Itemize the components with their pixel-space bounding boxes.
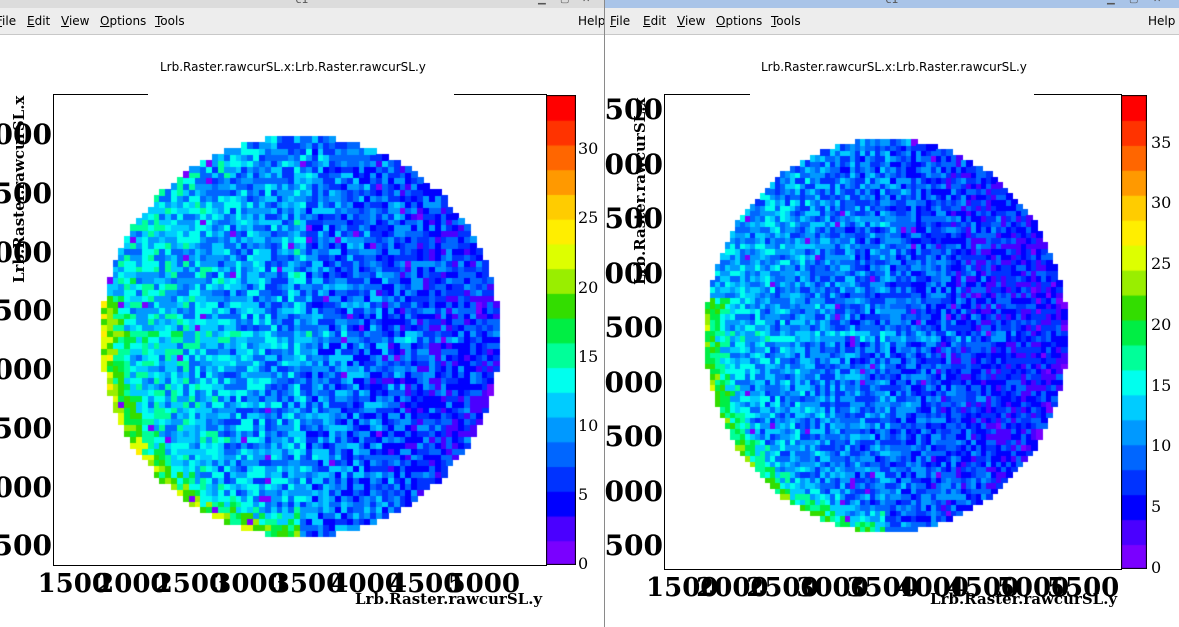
y-tick-label: 2500 [605, 420, 663, 454]
menu-bar: File Edit View Options Tools Help [605, 8, 1179, 35]
y-tick-label: 1500 [605, 529, 663, 563]
z-tick-label: 35 [1151, 132, 1172, 152]
menu-options[interactable]: Options [100, 14, 146, 28]
menu-view[interactable]: View [677, 14, 705, 28]
menu-options[interactable]: Options [716, 14, 762, 28]
plot-canvas[interactable]: Lrb.Raster.rawcurSL.x:Lrb.Raster.rawcurS… [605, 35, 1179, 627]
y-tick-label: 3500 [605, 311, 663, 345]
menu-view[interactable]: View [61, 14, 89, 28]
plot-canvas[interactable]: Lrb.Raster.rawcurSL.x:Lrb.Raster.rawcurS… [0, 35, 604, 627]
z-tick-label: 20 [578, 277, 599, 297]
y-axis-label: Lrb.Raster.rawcurSL.x [10, 95, 28, 283]
z-tick-label: 0 [1151, 558, 1162, 577]
menu-help[interactable]: Help [578, 14, 604, 28]
minimize-icon[interactable]: ▁ [538, 0, 546, 5]
menu-bar: File Edit View Options Tools Help [0, 8, 604, 35]
x-axis-label: Lrb.Raster.rawcurSL.y [930, 590, 1118, 608]
color-scale [546, 95, 576, 565]
maximize-icon[interactable]: ▢ [1129, 0, 1138, 5]
z-tick-label: 15 [1151, 375, 1172, 395]
z-tick-label: 20 [1151, 314, 1172, 334]
y-tick-label: 2500 [0, 411, 52, 445]
z-tick-label: 25 [578, 208, 599, 228]
title-bar[interactable]: c1 ▁ ▢ ✕ [605, 0, 1179, 8]
window-title: c1 [295, 0, 308, 6]
z-tick-label: 10 [1151, 436, 1172, 456]
heatmap[interactable] [665, 95, 1121, 569]
window-title: c1 [885, 0, 898, 6]
y-axis-label: Lrb.Raster.rawcurSL.x [631, 97, 649, 285]
menu-tools[interactable]: Tools [155, 14, 185, 28]
color-scale [1121, 95, 1147, 569]
minimize-icon[interactable]: ▁ [1107, 0, 1115, 5]
y-tick-label: 1500 [0, 529, 52, 563]
z-tick-label: 5 [1151, 497, 1162, 517]
y-tick-label: 3000 [0, 353, 52, 387]
z-tick-label: 5 [578, 484, 589, 504]
plot-title: Lrb.Raster.rawcurSL.x:Lrb.Raster.rawcurS… [761, 60, 1027, 74]
root-window-left: c1 ▁ ▢ ✕ File Edit View Options Tools He… [0, 0, 605, 627]
x-axis-label: Lrb.Raster.rawcurSL.y [355, 590, 543, 608]
root-window-right: c1 ▁ ▢ ✕ File Edit View Options Tools He… [605, 0, 1179, 627]
z-tick-label: 25 [1151, 254, 1172, 274]
z-tick-label: 10 [578, 415, 599, 435]
menu-help[interactable]: Help [1148, 14, 1175, 28]
y-tick-label: 2000 [0, 470, 52, 504]
y-tick-label: 2000 [605, 474, 663, 508]
y-tick-label: 3500 [0, 294, 52, 328]
close-icon[interactable]: ✕ [582, 0, 590, 5]
maximize-icon[interactable]: ▢ [560, 0, 569, 5]
menu-tools[interactable]: Tools [771, 14, 801, 28]
z-tick-label: 15 [578, 346, 599, 366]
plot-title: Lrb.Raster.rawcurSL.x:Lrb.Raster.rawcurS… [160, 60, 426, 74]
menu-edit[interactable]: Edit [643, 14, 666, 28]
z-tick-label: 30 [1151, 193, 1172, 213]
z-tick-label: 0 [578, 554, 589, 573]
z-tick-label: 30 [578, 139, 599, 159]
title-bar[interactable]: c1 ▁ ▢ ✕ [0, 0, 604, 8]
heatmap[interactable] [54, 95, 546, 565]
menu-edit[interactable]: Edit [27, 14, 50, 28]
close-icon[interactable]: ✕ [1153, 0, 1161, 5]
menu-file[interactable]: File [0, 14, 16, 28]
y-tick-label: 3000 [605, 365, 663, 399]
menu-file[interactable]: File [610, 14, 630, 28]
